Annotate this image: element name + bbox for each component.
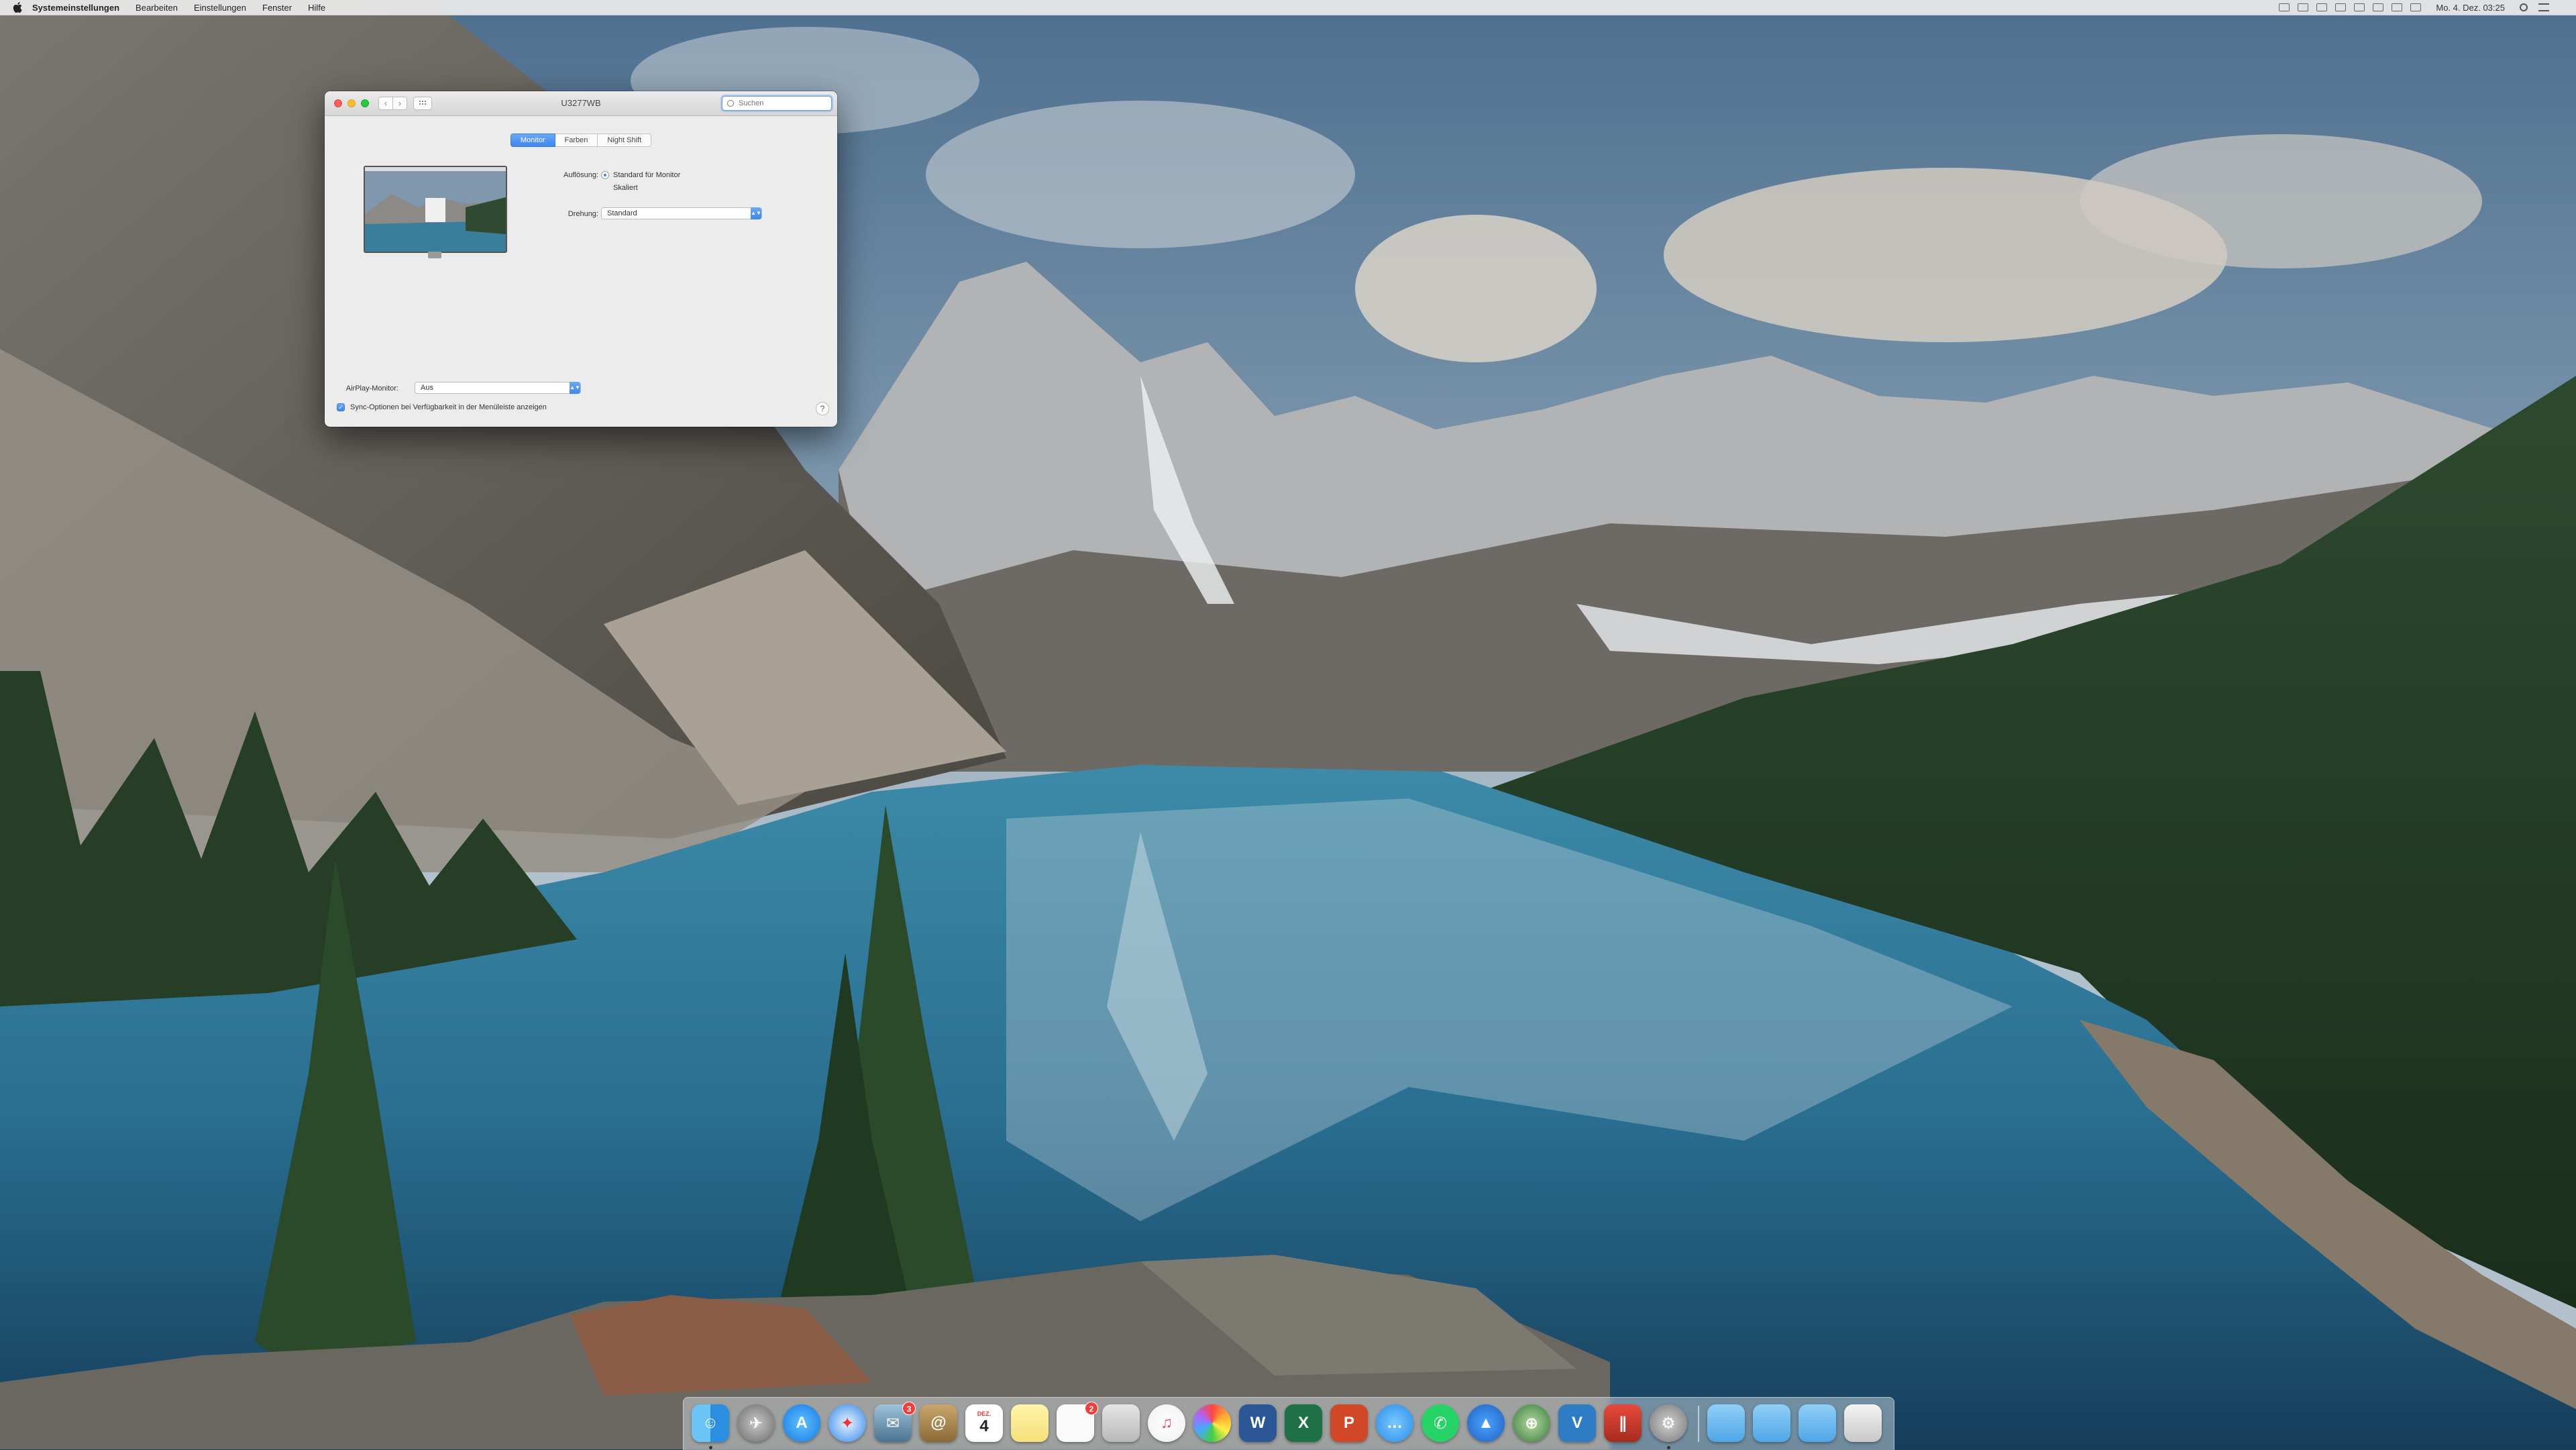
- spotlight-icon[interactable]: [2520, 3, 2528, 11]
- monitor-stand: [428, 252, 441, 258]
- folder-downloads-icon[interactable]: [1799, 1404, 1836, 1442]
- running-indicator: [1667, 1446, 1670, 1449]
- wallpaper-thumbnail: [365, 167, 506, 252]
- search-field[interactable]: [722, 96, 832, 111]
- monitor-screen-thumbnail: [364, 166, 507, 253]
- whatsapp-icon[interactable]: ✆: [1421, 1404, 1459, 1442]
- bluetooth-icon[interactable]: [2335, 3, 2347, 11]
- rotation-select[interactable]: Standard ▲▼: [601, 207, 762, 219]
- resolution-default-radio[interactable]: [601, 171, 609, 179]
- powerpoint-icon[interactable]: P: [1330, 1404, 1368, 1442]
- menu-einstellungen[interactable]: Einstellungen: [194, 3, 246, 13]
- menubar-status-area: Mo. 4. Dez. 03:25: [2271, 0, 2549, 15]
- trash-icon[interactable]: [1844, 1404, 1882, 1442]
- calendar-day: 4: [979, 1417, 989, 1435]
- help-button[interactable]: ?: [816, 402, 829, 415]
- mail-badge: 3: [902, 1402, 916, 1415]
- cloud-sync-icon[interactable]: [2298, 3, 2309, 11]
- parallels-icon[interactable]: ∥: [1604, 1404, 1642, 1442]
- word-icon[interactable]: W: [1239, 1404, 1277, 1442]
- folder-applications-icon[interactable]: [1707, 1404, 1745, 1442]
- display-preferences-window: ‹ › U3277WB Monitor Farben Night Shift: [325, 91, 837, 427]
- tab-farben[interactable]: Farben: [555, 134, 598, 147]
- back-button[interactable]: ‹: [378, 97, 393, 110]
- airplay-select[interactable]: Aus ▲▼: [415, 382, 581, 394]
- search-icon: [727, 100, 734, 107]
- volume-icon[interactable]: [2373, 3, 2384, 11]
- menu-bar: Systemeinstellungen Bearbeiten Einstellu…: [0, 0, 2576, 15]
- launchpad-icon[interactable]: ✈: [737, 1404, 775, 1442]
- calendar-month: DEZ.: [977, 1410, 991, 1417]
- battery-icon[interactable]: [2392, 3, 2403, 11]
- forward-button[interactable]: ›: [392, 97, 407, 110]
- minimize-button[interactable]: [347, 99, 356, 107]
- itunes-icon[interactable]: ♫: [1148, 1404, 1185, 1442]
- close-button[interactable]: [334, 99, 342, 107]
- apple-menu-icon[interactable]: [11, 0, 25, 15]
- chevron-updown-icon: ▲▼: [570, 382, 580, 394]
- dock: ☺ ✈ A ✦ ✉ 3 @ DEZ. 4 2 ♫ W X P … ✆ ▲ ⊕ V…: [683, 1397, 1894, 1450]
- contacts-icon[interactable]: @: [920, 1404, 957, 1442]
- resolution-label: Auflösung:: [564, 171, 598, 179]
- mirror-options-checkbox[interactable]: ✓: [337, 403, 345, 411]
- notification-center-icon[interactable]: [2538, 3, 2549, 11]
- system-preferences-icon[interactable]: ⚙: [1650, 1404, 1687, 1442]
- excel-icon[interactable]: X: [1285, 1404, 1322, 1442]
- grid-icon: [419, 100, 427, 106]
- resolution-default-label[interactable]: Standard für Monitor: [613, 171, 680, 179]
- resolution-scaled-label[interactable]: Skaliert: [613, 184, 638, 192]
- network-globe-icon[interactable]: ⊕: [1513, 1404, 1550, 1442]
- photos-icon[interactable]: [1193, 1404, 1231, 1442]
- window-titlebar[interactable]: ‹ › U3277WB: [325, 91, 837, 116]
- preview-icon[interactable]: [1102, 1404, 1140, 1442]
- finder-icon[interactable]: ☺: [692, 1404, 729, 1442]
- display-mirroring-icon[interactable]: [2410, 3, 2422, 11]
- maps-navigation-icon[interactable]: ▲: [1467, 1404, 1505, 1442]
- reminders-badge: 2: [1085, 1402, 1098, 1415]
- airplay-value: Aus: [421, 384, 433, 392]
- airplay-label: AirPlay-Monitor:: [345, 384, 398, 393]
- menu-hilfe[interactable]: Hilfe: [308, 3, 325, 13]
- rotation-value: Standard: [607, 209, 637, 217]
- mirror-options-label[interactable]: Sync-Optionen bei Verfügbarkeit in der M…: [350, 403, 547, 411]
- search-input[interactable]: [737, 99, 827, 108]
- menu-fenster[interactable]: Fenster: [262, 3, 292, 13]
- tab-bar: Monitor Farben Night Shift: [325, 134, 837, 147]
- safari-icon[interactable]: ✦: [828, 1404, 866, 1442]
- menubar-clock[interactable]: Mo. 4. Dez. 03:25: [2436, 3, 2505, 13]
- monitor-preview: [364, 166, 508, 261]
- show-all-button[interactable]: [413, 97, 432, 110]
- notes-icon[interactable]: [1011, 1404, 1049, 1442]
- vpn-app-icon[interactable]: V: [1558, 1404, 1596, 1442]
- calendar-icon[interactable]: DEZ. 4: [965, 1404, 1003, 1442]
- zoom-button[interactable]: [361, 99, 369, 107]
- dock-divider: [1698, 1406, 1699, 1442]
- menu-bearbeiten[interactable]: Bearbeiten: [136, 3, 178, 13]
- dropbox-icon[interactable]: [2279, 3, 2290, 11]
- messages-icon[interactable]: …: [1376, 1404, 1413, 1442]
- menu-app-name[interactable]: Systemeinstellungen: [32, 3, 119, 13]
- wifi-icon[interactable]: [2354, 3, 2365, 11]
- window-content: Monitor Farben Night Shift Auflösung: St…: [325, 116, 837, 427]
- tab-monitor[interactable]: Monitor: [510, 134, 555, 147]
- rotation-label: Drehung:: [568, 210, 598, 218]
- app-store-icon[interactable]: A: [783, 1404, 820, 1442]
- running-indicator: [709, 1446, 712, 1449]
- chevron-updown-icon: ▲▼: [751, 207, 761, 219]
- tab-night-shift[interactable]: Night Shift: [598, 134, 652, 147]
- time-machine-icon[interactable]: [2316, 3, 2328, 11]
- folder-documents-icon[interactable]: [1753, 1404, 1790, 1442]
